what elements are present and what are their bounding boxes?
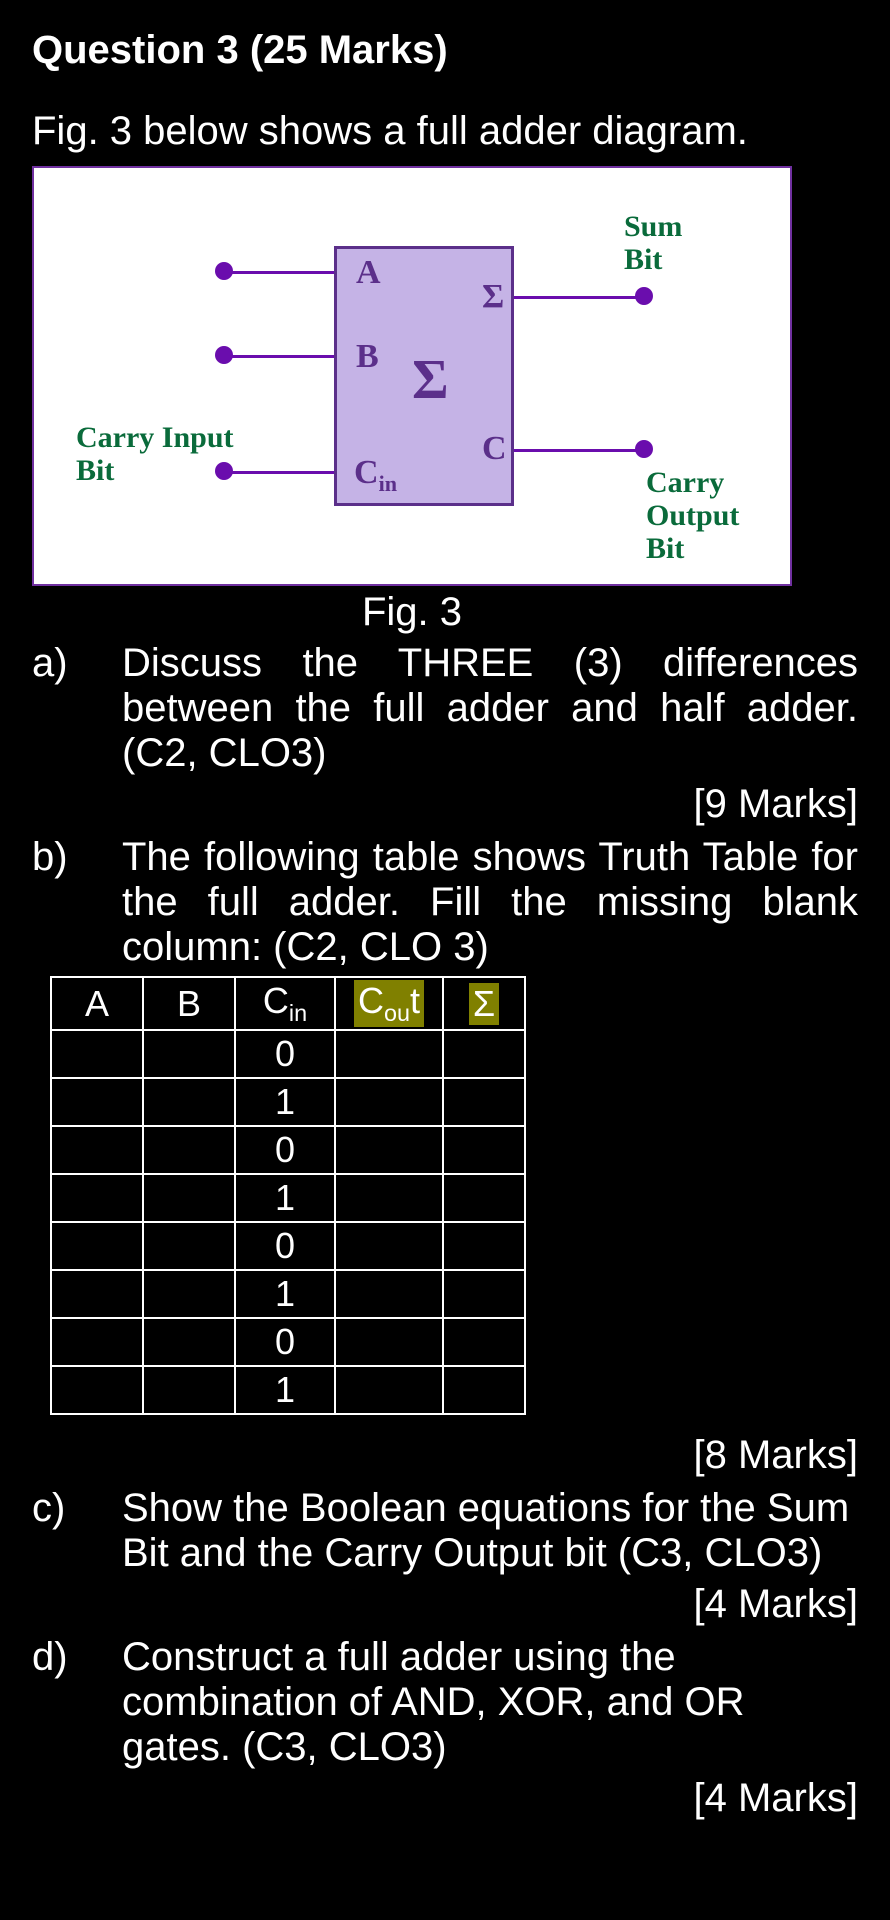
wire-sum bbox=[514, 296, 644, 299]
th-cin: Cin bbox=[235, 977, 335, 1030]
part-a-marks: [9 Marks] bbox=[32, 782, 858, 827]
part-d-letter: d) bbox=[32, 1635, 122, 1680]
part-c-text: Show the Boolean equations for the Sum B… bbox=[122, 1486, 858, 1576]
part-c: c) Show the Boolean equations for the Su… bbox=[32, 1486, 858, 1576]
part-a-text: Discuss the THREE (3) differences betwee… bbox=[122, 641, 858, 776]
table-row: 0 bbox=[51, 1126, 525, 1174]
adder-input-a-label: A bbox=[356, 254, 381, 292]
th-cout: Cout bbox=[335, 977, 443, 1030]
table-row: 1 bbox=[51, 1366, 525, 1414]
question-title: Question 3 (25 Marks) bbox=[32, 28, 858, 73]
dot-b bbox=[215, 346, 233, 364]
carry-output-label: CarryOutputBit bbox=[646, 466, 739, 565]
wire-b bbox=[224, 355, 334, 358]
part-d-text: Construct a full adder using the combina… bbox=[122, 1635, 858, 1770]
wire-a bbox=[224, 271, 334, 274]
truth-table: A B Cin Cout Σ 0 1 0 1 0 1 0 1 bbox=[50, 976, 526, 1415]
table-header-row: A B Cin Cout Σ bbox=[51, 977, 525, 1030]
carry-input-label: Carry InputBit bbox=[76, 421, 234, 487]
adder-input-b-label: B bbox=[356, 338, 379, 376]
full-adder-diagram: A B Cin Σ Σ C Carry InputBit SumBit Carr… bbox=[32, 166, 792, 586]
figure-caption: Fig. 3 bbox=[32, 590, 792, 635]
intro-text: Fig. 3 below shows a full adder diagram. bbox=[32, 109, 858, 154]
th-sigma: Σ bbox=[443, 977, 525, 1030]
part-b-marks: [8 Marks] bbox=[32, 1433, 858, 1478]
document-page: Question 3 (25 Marks) Fig. 3 below shows… bbox=[0, 0, 890, 1857]
part-c-marks: [4 Marks] bbox=[32, 1582, 858, 1627]
dot-a bbox=[215, 262, 233, 280]
table-row: 0 bbox=[51, 1030, 525, 1078]
wire-cout bbox=[514, 449, 644, 452]
sum-bit-label: SumBit bbox=[624, 210, 682, 276]
part-b-letter: b) bbox=[32, 835, 122, 880]
adder-output-sigma-label: Σ bbox=[482, 278, 504, 316]
table-row: 1 bbox=[51, 1270, 525, 1318]
part-d: d) Construct a full adder using the comb… bbox=[32, 1635, 858, 1770]
part-b-text: The following table shows Truth Table fo… bbox=[122, 835, 858, 970]
table-row: 0 bbox=[51, 1222, 525, 1270]
dot-cout bbox=[635, 440, 653, 458]
th-a: A bbox=[51, 977, 143, 1030]
part-c-letter: c) bbox=[32, 1486, 122, 1531]
adder-input-cin-label: Cin bbox=[354, 454, 397, 497]
part-d-marks: [4 Marks] bbox=[32, 1776, 858, 1821]
table-row: 0 bbox=[51, 1318, 525, 1366]
th-b: B bbox=[143, 977, 235, 1030]
adder-sigma-icon: Σ bbox=[412, 348, 449, 412]
wire-cin bbox=[224, 471, 334, 474]
adder-output-c-label: C bbox=[482, 430, 507, 468]
table-row: 1 bbox=[51, 1174, 525, 1222]
part-b: b) The following table shows Truth Table… bbox=[32, 835, 858, 970]
dot-sum bbox=[635, 287, 653, 305]
part-a: a) Discuss the THREE (3) differences bet… bbox=[32, 641, 858, 776]
part-a-letter: a) bbox=[32, 641, 122, 686]
table-row: 1 bbox=[51, 1078, 525, 1126]
